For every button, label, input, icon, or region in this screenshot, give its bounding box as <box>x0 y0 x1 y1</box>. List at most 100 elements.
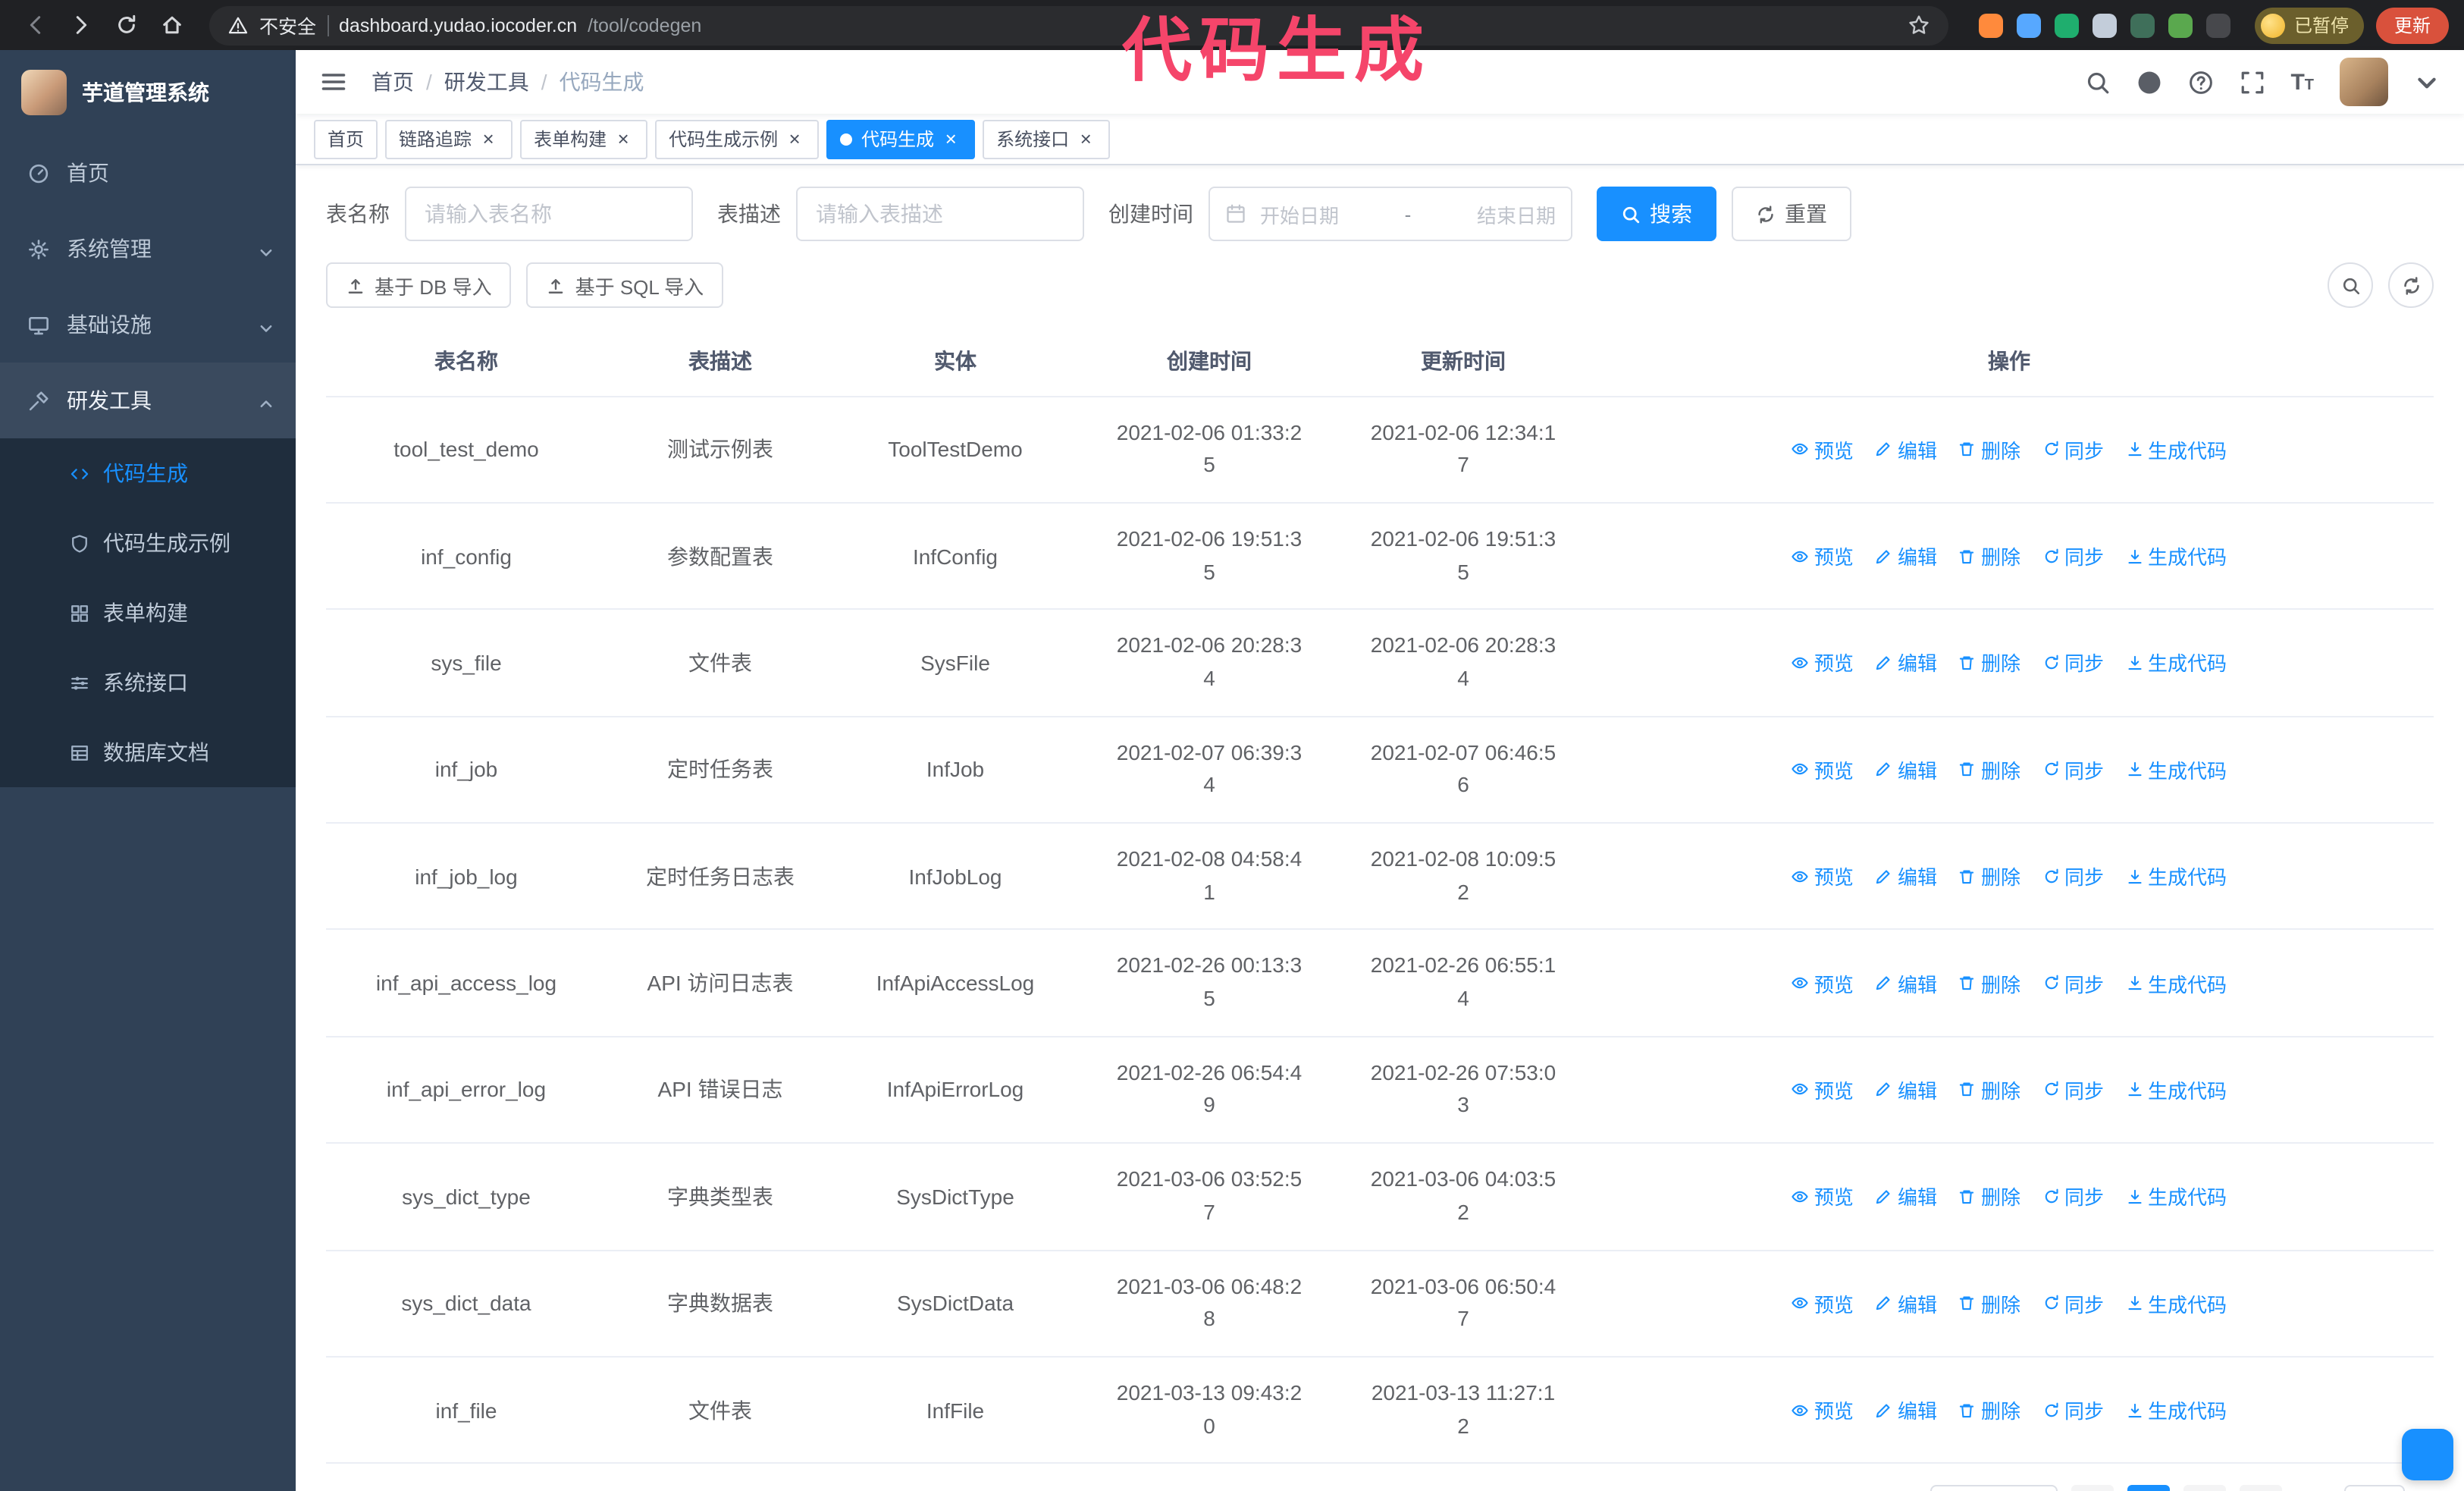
generate-code-link[interactable]: 生成代码 <box>2125 1395 2227 1424</box>
extension-icon[interactable] <box>2130 13 2155 37</box>
tab-form-builder[interactable]: 表单构建 × <box>520 119 648 159</box>
import-db-button[interactable]: 基于 DB 导入 <box>326 262 512 308</box>
delete-link[interactable]: 删除 <box>1958 1182 2020 1211</box>
sidebar-item-system[interactable]: 系统管理 <box>0 211 296 287</box>
help-icon[interactable] <box>2187 69 2213 95</box>
delete-link[interactable]: 删除 <box>1958 755 2020 784</box>
sync-link[interactable]: 同步 <box>2042 541 2104 570</box>
browser-home-button[interactable] <box>152 5 191 45</box>
preview-link[interactable]: 预览 <box>1792 541 1854 570</box>
preview-link[interactable]: 预览 <box>1792 1395 1854 1424</box>
tab-trace[interactable]: 链路追踪 × <box>385 119 513 159</box>
generate-code-link[interactable]: 生成代码 <box>2125 648 2227 677</box>
sidebar-item-db-doc[interactable]: 数据库文档 <box>0 717 296 787</box>
edit-link[interactable]: 编辑 <box>1875 755 1937 784</box>
delete-link[interactable]: 删除 <box>1958 1289 2020 1317</box>
delete-link[interactable]: 删除 <box>1958 862 2020 890</box>
bookmark-star-icon[interactable] <box>1908 14 1930 36</box>
sidebar-item-form-builder[interactable]: 表单构建 <box>0 578 296 648</box>
generate-code-link[interactable]: 生成代码 <box>2125 755 2227 784</box>
sync-link[interactable]: 同步 <box>2042 648 2104 677</box>
sidebar-toggle-icon[interactable] <box>320 68 347 96</box>
close-icon[interactable]: × <box>613 128 634 149</box>
edit-link[interactable]: 编辑 <box>1875 862 1937 890</box>
sidebar-item-api-doc[interactable]: 系统接口 <box>0 648 296 717</box>
refresh-table-button[interactable] <box>2388 262 2434 308</box>
sidebar-item-codegen[interactable]: 代码生成 <box>0 438 296 508</box>
extension-icon[interactable] <box>2054 13 2079 37</box>
import-sql-button[interactable]: 基于 SQL 导入 <box>526 262 724 308</box>
extension-icon[interactable] <box>2168 13 2193 37</box>
browser-update-button[interactable]: 更新 <box>2375 7 2449 43</box>
chevron-down-icon[interactable] <box>2414 69 2440 95</box>
sync-link[interactable]: 同步 <box>2042 755 2104 784</box>
sync-link[interactable]: 同步 <box>2042 435 2104 463</box>
sidebar-item-codegen-example[interactable]: 代码生成示例 <box>0 508 296 578</box>
preview-link[interactable]: 预览 <box>1792 862 1854 890</box>
tab-codegen[interactable]: 代码生成 × <box>826 119 976 159</box>
tab-home[interactable]: 首页 <box>314 119 378 159</box>
page-button-1[interactable]: 1 <box>2127 1485 2170 1491</box>
preview-link[interactable]: 预览 <box>1792 435 1854 463</box>
page-button-2[interactable]: 2 <box>2183 1485 2226 1491</box>
reset-button[interactable]: 重置 <box>1732 187 1851 241</box>
extension-icon[interactable] <box>2092 13 2117 37</box>
breadcrumb-item[interactable]: 首页 <box>371 67 414 97</box>
delete-link[interactable]: 删除 <box>1958 541 2020 570</box>
app-logo[interactable]: 芋道管理系统 <box>0 50 296 135</box>
generate-code-link[interactable]: 生成代码 <box>2125 435 2227 463</box>
edit-link[interactable]: 编辑 <box>1875 1182 1937 1211</box>
generate-code-link[interactable]: 生成代码 <box>2125 1289 2227 1317</box>
close-icon[interactable]: × <box>784 128 805 149</box>
edit-link[interactable]: 编辑 <box>1875 968 1937 997</box>
profile-paused-chip[interactable]: 已暂停 <box>2254 7 2364 43</box>
preview-link[interactable]: 预览 <box>1792 755 1854 784</box>
next-page-button[interactable] <box>2239 1485 2282 1491</box>
extension-icon[interactable] <box>1978 13 2003 37</box>
font-size-icon[interactable]: TT <box>2290 71 2314 93</box>
preview-link[interactable]: 预览 <box>1792 648 1854 677</box>
generate-code-link[interactable]: 生成代码 <box>2125 1182 2227 1211</box>
tab-codegen-example[interactable]: 代码生成示例 × <box>655 119 820 159</box>
generate-code-link[interactable]: 生成代码 <box>2125 862 2227 890</box>
sync-link[interactable]: 同步 <box>2042 1395 2104 1424</box>
preview-link[interactable]: 预览 <box>1792 1075 1854 1104</box>
edit-link[interactable]: 编辑 <box>1875 648 1937 677</box>
search-icon[interactable] <box>2084 69 2110 95</box>
sidebar-item-infra[interactable]: 基础设施 <box>0 287 296 363</box>
sidebar-item-home[interactable]: 首页 <box>0 135 296 211</box>
tab-api-doc[interactable]: 系统接口 × <box>983 119 1111 159</box>
sync-link[interactable]: 同步 <box>2042 862 2104 890</box>
table-desc-input[interactable] <box>796 187 1084 241</box>
preview-link[interactable]: 预览 <box>1792 1289 1854 1317</box>
prev-page-button[interactable] <box>2071 1485 2114 1491</box>
toggle-search-button[interactable] <box>2328 262 2373 308</box>
delete-link[interactable]: 删除 <box>1958 1075 2020 1104</box>
close-icon[interactable]: × <box>940 128 961 149</box>
sync-link[interactable]: 同步 <box>2042 968 2104 997</box>
generate-code-link[interactable]: 生成代码 <box>2125 1075 2227 1104</box>
delete-link[interactable]: 删除 <box>1958 968 2020 997</box>
fullscreen-icon[interactable] <box>2239 69 2265 95</box>
browser-back-button[interactable] <box>15 5 55 45</box>
sync-link[interactable]: 同步 <box>2042 1075 2104 1104</box>
search-button[interactable]: 搜索 <box>1597 187 1716 241</box>
generate-code-link[interactable]: 生成代码 <box>2125 541 2227 570</box>
floating-widget[interactable] <box>2402 1429 2453 1480</box>
edit-link[interactable]: 编辑 <box>1875 541 1937 570</box>
edit-link[interactable]: 编辑 <box>1875 435 1937 463</box>
browser-forward-button[interactable] <box>61 5 100 45</box>
sync-link[interactable]: 同步 <box>2042 1182 2104 1211</box>
preview-link[interactable]: 预览 <box>1792 1182 1854 1211</box>
edit-link[interactable]: 编辑 <box>1875 1395 1937 1424</box>
breadcrumb-item[interactable]: 代码生成 <box>560 67 644 97</box>
extension-icon[interactable] <box>2016 13 2041 37</box>
breadcrumb-item[interactable]: 研发工具 <box>444 67 529 97</box>
close-icon[interactable]: × <box>478 128 499 149</box>
extension-icon[interactable] <box>2205 13 2230 37</box>
generate-code-link[interactable]: 生成代码 <box>2125 968 2227 997</box>
edit-link[interactable]: 编辑 <box>1875 1289 1937 1317</box>
sidebar-item-devtools[interactable]: 研发工具 <box>0 363 296 438</box>
page-size-select[interactable]: 10条/页 <box>1930 1485 2058 1491</box>
edit-link[interactable]: 编辑 <box>1875 1075 1937 1104</box>
